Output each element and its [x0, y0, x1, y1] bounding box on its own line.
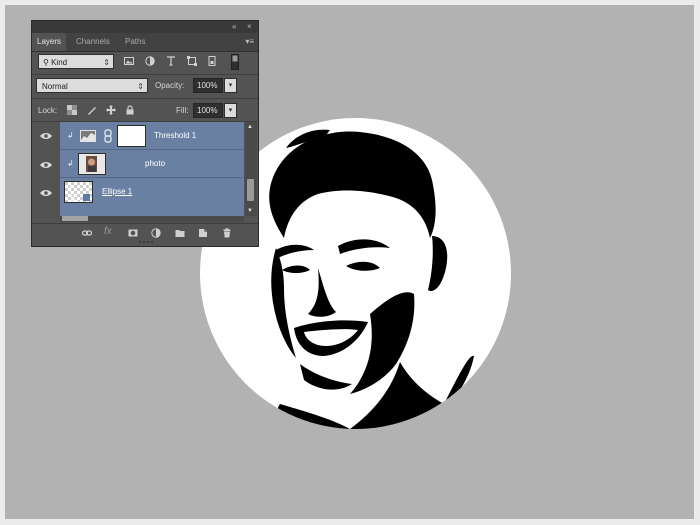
panel-titlebar[interactable]: « ×	[32, 21, 258, 33]
scrollbar-thumb[interactable]	[247, 179, 254, 201]
lock-row: Lock: Fill: 100% ▾	[32, 101, 258, 122]
collapse-icon[interactable]: «	[232, 22, 236, 32]
opacity-dropdown-button[interactable]: ▾	[224, 78, 237, 93]
link-icon[interactable]	[82, 228, 92, 238]
checkerboard-thumbnail	[65, 182, 92, 203]
kind-label: Kind	[51, 58, 68, 67]
new-layer-icon[interactable]	[198, 228, 208, 238]
adjustment-icon[interactable]	[151, 228, 161, 238]
filter-row: ⚲ Kind ⇕	[32, 52, 258, 73]
blend-mode-select[interactable]: Normal ⇕	[36, 78, 148, 93]
threshold-adjustment-icon	[80, 130, 96, 142]
clip-arrow-icon: ↲	[67, 159, 74, 168]
lock-transparent-icon[interactable]	[67, 105, 77, 115]
trash-icon[interactable]	[222, 228, 232, 238]
fill-dropdown-button[interactable]: ▾	[224, 103, 237, 118]
opacity-input[interactable]: 100%	[193, 78, 223, 93]
type-filter-icon[interactable]	[166, 56, 176, 66]
scroll-up-icon[interactable]: ▲	[247, 124, 253, 130]
tab-paths[interactable]: Paths	[120, 33, 150, 51]
updown-icon: ⇕	[103, 58, 110, 67]
layer-thumbnail[interactable]	[78, 153, 106, 175]
lock-position-icon[interactable]	[106, 105, 116, 115]
layer-row-threshold[interactable]: ↲ Threshold 1	[60, 122, 244, 150]
lock-label: Lock:	[38, 106, 58, 115]
adjustment-filter-icon[interactable]	[145, 56, 155, 66]
layer-name: photo	[145, 159, 166, 168]
eye-icon[interactable]	[40, 132, 52, 140]
fill-input[interactable]: 100%	[193, 103, 223, 118]
folder-icon[interactable]	[175, 228, 185, 238]
photo-thumbnail-image	[79, 154, 105, 174]
fx-icon[interactable]: fx	[104, 226, 112, 237]
eye-icon[interactable]	[40, 161, 52, 169]
lock-image-icon[interactable]	[87, 105, 97, 115]
eye-icon[interactable]	[40, 189, 52, 197]
tab-layers[interactable]: Layers	[32, 33, 67, 51]
divider	[32, 74, 258, 75]
layer-row-photo[interactable]: ↲ photo	[60, 150, 244, 178]
blend-mode-value: Normal	[42, 82, 68, 91]
shape-thumbnail[interactable]	[64, 181, 93, 203]
smart-object-filter-icon[interactable]	[207, 56, 217, 66]
filter-toggle-icon[interactable]	[231, 54, 239, 70]
image-filter-icon[interactable]	[124, 56, 134, 66]
lock-all-icon[interactable]	[125, 105, 135, 115]
fill-label: Fill:	[176, 106, 189, 115]
chain-link-icon[interactable]	[104, 129, 112, 143]
kind-filter-select[interactable]: ⚲ Kind ⇕	[38, 54, 114, 69]
search-icon: ⚲	[43, 58, 52, 67]
scroll-down-icon[interactable]: ▼	[247, 208, 253, 214]
layer-name: Threshold 1	[154, 131, 197, 140]
panel-tabs: Layers Channels Paths ▾≡	[32, 33, 258, 52]
shape-filter-icon[interactable]	[187, 56, 197, 66]
close-icon[interactable]: ×	[247, 22, 252, 32]
panel-bottom-toolbar: fx	[32, 223, 258, 242]
opacity-label: Opacity:	[155, 81, 185, 90]
layers-scrollbar[interactable]: ▲ ▼	[245, 122, 257, 216]
layer-row-ellipse[interactable]: Ellipse 1	[60, 178, 244, 206]
tab-channels[interactable]: Channels	[71, 33, 115, 51]
mask-icon[interactable]	[128, 228, 138, 238]
layer-name: Ellipse 1	[102, 187, 133, 196]
updown-icon: ⇕	[137, 82, 144, 91]
clip-arrow-icon: ↲	[67, 131, 74, 140]
panel-menu-icon[interactable]: ▾≡	[245, 38, 254, 46]
divider	[32, 98, 258, 99]
horizontal-scrollbar-thumb[interactable]	[62, 216, 88, 221]
layers-list: ↲ Threshold 1 ↲ photo Ellipse 1	[60, 122, 244, 216]
layers-panel: « × Layers Channels Paths ▾≡ ⚲ Kind ⇕ No…	[31, 20, 259, 247]
horizontal-scrollbar[interactable]	[60, 216, 244, 222]
visibility-column	[32, 122, 60, 216]
layer-mask-thumbnail[interactable]	[117, 125, 146, 147]
blend-row: Normal ⇕ Opacity: 100% ▾	[32, 76, 258, 97]
resize-grip-icon[interactable]	[139, 241, 153, 244]
